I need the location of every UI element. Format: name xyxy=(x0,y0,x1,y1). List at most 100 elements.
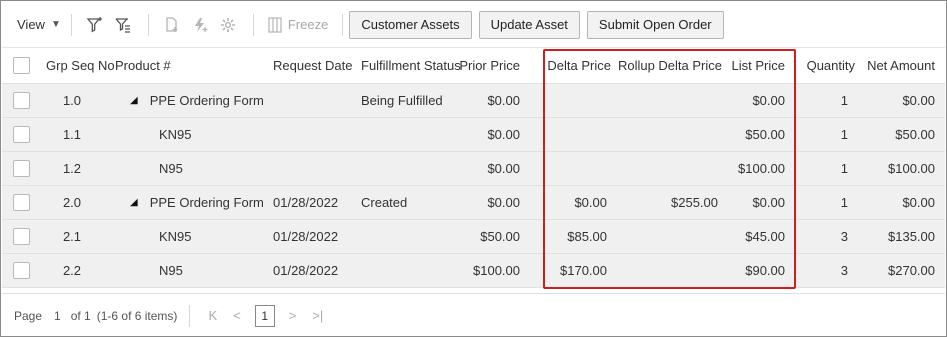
prior-price-cell: $0.00 xyxy=(457,118,520,151)
rollup-delta-price-cell xyxy=(617,84,718,117)
row-checkbox[interactable] xyxy=(13,228,30,245)
product-cell: N95 xyxy=(130,254,270,287)
prior-price-cell-value: $50.00 xyxy=(480,229,520,244)
rollup-delta-price-cell xyxy=(617,152,718,185)
col-header-net-amount[interactable]: Net Amount xyxy=(862,48,935,83)
table-row[interactable]: 2.0 ◢ PPE Ordering Form 01/28/2022 Created $0… xyxy=(2,186,945,220)
col-header-fulfillment-status[interactable]: Fulfillment Status xyxy=(361,48,461,83)
prev-page-icon[interactable]: < xyxy=(233,308,241,323)
table-row[interactable]: 1.1 KN95 $0.00 $50.00 1 $50.00 xyxy=(2,118,945,152)
customer-assets-button[interactable]: Customer Assets xyxy=(349,10,472,39)
request-date-cell: 01/28/2022 xyxy=(273,220,358,253)
request-date-cell-value: 01/28/2022 xyxy=(273,195,339,210)
list-price-cell-value: $45.00 xyxy=(745,229,785,244)
product-cell-value: PPE Ordering Form xyxy=(149,93,264,108)
caret-down-icon: ▼ xyxy=(50,19,61,30)
product-cell-value: PPE Ordering Form xyxy=(149,195,264,210)
table-row[interactable]: 2.2 N95 01/28/2022 $100.00 $170.00 $90.00 3 $27… xyxy=(2,254,945,288)
quantity-cell-value: 1 xyxy=(840,93,848,108)
col-header-quantity[interactable]: Quantity xyxy=(800,48,855,83)
next-page-icon[interactable]: > xyxy=(289,308,297,323)
net-amount-cell-value: $0.00 xyxy=(902,93,935,108)
row-checkbox[interactable] xyxy=(13,160,30,177)
page-of-label: of 1 xyxy=(70,308,91,323)
current-page-box[interactable]: 1 xyxy=(254,304,275,327)
row-checkbox[interactable] xyxy=(13,262,30,279)
quantity-cell: 1 xyxy=(800,118,848,151)
gear-icon xyxy=(215,12,241,38)
window-frame: View ▼ Freeze Customer Assets Update Ass… xyxy=(0,0,947,337)
row-checkbox-cell[interactable] xyxy=(13,84,30,117)
row-checkbox-cell[interactable] xyxy=(13,118,30,151)
row-checkbox-cell[interactable] xyxy=(13,186,30,219)
add-document-icon xyxy=(159,12,185,38)
quantity-cell: 3 xyxy=(800,254,848,287)
list-price-cell: $0.00 xyxy=(727,84,785,117)
list-price-cell-value: $0.00 xyxy=(752,195,785,210)
col-header-grp-seq-no[interactable]: Grp Seq No xyxy=(46,48,115,83)
delta-price-cell-value: $0.00 xyxy=(574,195,607,210)
grp-seq-cell: 2.0 xyxy=(46,186,98,219)
quantity-cell: 1 xyxy=(800,186,848,219)
last-page-icon[interactable]: >| xyxy=(312,308,323,323)
net-amount-cell-value: $50.00 xyxy=(895,127,935,142)
first-page-icon[interactable]: K xyxy=(208,308,217,323)
col-header-product[interactable]: Product # xyxy=(115,48,171,83)
filter-add-icon[interactable] xyxy=(82,12,108,38)
product-cell: KN95 xyxy=(130,118,270,151)
delta-price-cell: $85.00 xyxy=(542,220,607,253)
grp-seq-cell: 2.1 xyxy=(46,220,98,253)
quantity-cell-value: 3 xyxy=(840,263,848,278)
freeze-label: Freeze xyxy=(287,17,329,32)
view-menu-label: View xyxy=(17,17,45,32)
row-checkbox-cell[interactable] xyxy=(13,254,30,287)
table-row[interactable]: 2.1 KN95 01/28/2022 $50.00 $85.00 $45.00 3 $135… xyxy=(2,220,945,254)
list-price-cell-value: $50.00 xyxy=(745,127,785,142)
select-all-checkbox[interactable] xyxy=(13,57,30,74)
col-header-rollup-delta-price[interactable]: Rollup Delta Price xyxy=(617,48,722,83)
fulfillment-status-cell xyxy=(361,254,456,287)
row-checkbox[interactable] xyxy=(13,126,30,143)
view-menu[interactable]: View ▼ xyxy=(17,17,61,32)
delta-price-cell-value: $85.00 xyxy=(567,229,607,244)
request-date-cell-value: 01/28/2022 xyxy=(273,229,339,244)
grp-seq-cell-value: 2.1 xyxy=(62,229,82,244)
grp-seq-cell: 1.1 xyxy=(46,118,98,151)
delta-price-cell xyxy=(542,152,607,185)
expand-collapse-icon[interactable]: ◢ xyxy=(130,95,138,106)
toolbar-divider xyxy=(70,13,72,36)
delta-price-cell-value: $170.00 xyxy=(560,263,607,278)
quantity-cell: 1 xyxy=(800,84,848,117)
net-amount-cell: $0.00 xyxy=(862,84,935,117)
col-header-prior-price[interactable]: Prior Price xyxy=(457,48,520,83)
row-checkbox-cell[interactable] xyxy=(13,220,30,253)
rollup-delta-price-cell-value: $255.00 xyxy=(671,195,718,210)
pager-divider xyxy=(189,304,191,327)
row-checkbox[interactable] xyxy=(13,92,30,109)
list-price-cell: $50.00 xyxy=(727,118,785,151)
expand-collapse-icon[interactable]: ◢ xyxy=(130,197,138,208)
col-header-request-date[interactable]: Request Date xyxy=(273,48,353,83)
filter-list-icon[interactable] xyxy=(110,12,136,38)
select-all-checkbox-cell[interactable] xyxy=(13,48,30,83)
update-asset-button[interactable]: Update Asset xyxy=(478,10,580,39)
prior-price-cell-value: $100.00 xyxy=(473,263,520,278)
col-header-list-price[interactable]: List Price xyxy=(727,48,785,83)
prior-price-cell: $50.00 xyxy=(457,220,520,253)
table-row[interactable]: 1.2 N95 $0.00 $100.00 1 $100.00 xyxy=(2,152,945,186)
row-checkbox-cell[interactable] xyxy=(13,152,30,185)
fulfillment-status-cell xyxy=(361,220,456,253)
product-cell-value: KN95 xyxy=(159,127,192,142)
col-header-delta-price[interactable]: Delta Price xyxy=(542,48,611,83)
fulfillment-status-cell: Being Fulfilled xyxy=(361,84,456,117)
request-date-cell-value: 01/28/2022 xyxy=(273,263,339,278)
submit-open-order-button[interactable]: Submit Open Order xyxy=(586,10,724,39)
row-checkbox[interactable] xyxy=(13,194,30,211)
grp-seq-cell: 1.2 xyxy=(46,152,98,185)
table-row[interactable]: 1.0 ◢ PPE Ordering Form Being Fulfilled $0.0… xyxy=(2,84,945,118)
list-price-cell: $100.00 xyxy=(727,152,785,185)
list-price-cell: $0.00 xyxy=(727,186,785,219)
request-date-cell xyxy=(273,84,358,117)
product-cell-value: N95 xyxy=(159,161,183,176)
grp-seq-cell-value: 2.0 xyxy=(62,195,82,210)
